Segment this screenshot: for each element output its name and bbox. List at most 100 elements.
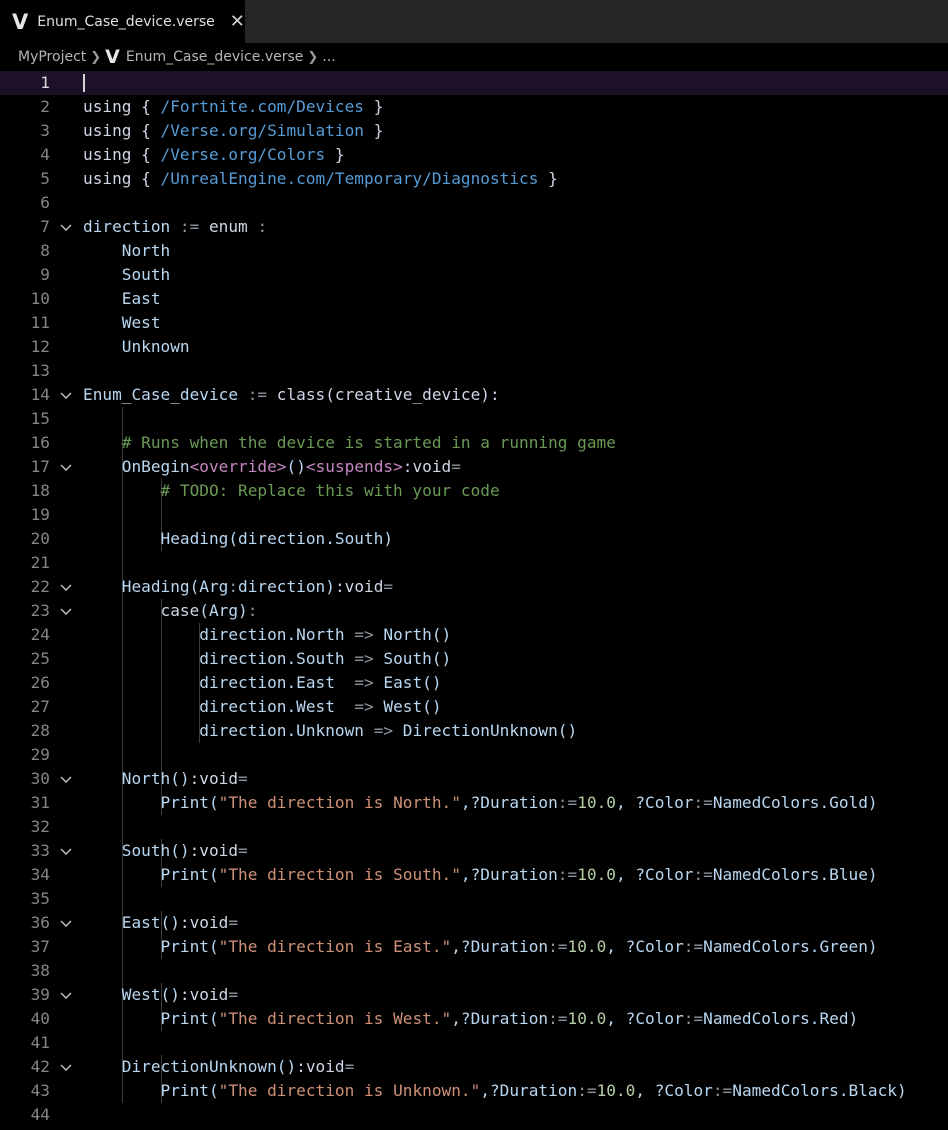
code-text: South():void= — [83, 839, 248, 863]
code-token: Print( — [83, 793, 219, 812]
code-line[interactable]: 30 North():void= — [0, 767, 948, 791]
line-number: 26 — [30, 673, 50, 692]
code-line[interactable]: 12 Unknown — [0, 335, 948, 359]
fold-chevron-icon[interactable] — [59, 215, 73, 239]
code-line[interactable]: 8 North — [0, 239, 948, 263]
line-number: 40 — [30, 1009, 50, 1028]
code-token: ,?Duration — [480, 1081, 578, 1100]
code-line[interactable]: 32 — [0, 815, 948, 839]
fold-chevron-icon[interactable] — [59, 983, 73, 1007]
code-line[interactable]: 3 using { /Verse.org/Simulation } — [0, 119, 948, 143]
line-number: 14 — [30, 385, 50, 404]
code-line[interactable]: 17 OnBegin<override>()<suspends>:void= — [0, 455, 948, 479]
fold-chevron-icon[interactable] — [59, 383, 73, 407]
code-line[interactable]: 15 — [0, 407, 948, 431]
code-token: = — [238, 841, 248, 860]
code-line[interactable]: 33 South():void= — [0, 839, 948, 863]
code-token: # Runs when the device is started in a r… — [83, 433, 616, 452]
breadcrumb-project[interactable]: MyProject — [18, 49, 86, 65]
code-text: Heading(Arg:direction):void= — [83, 575, 393, 599]
code-text: direction := enum : — [83, 215, 267, 239]
code-line[interactable]: 39 West():void= — [0, 983, 948, 1007]
code-line[interactable]: 4 using { /Verse.org/Colors } — [0, 143, 948, 167]
code-token: := — [693, 865, 713, 884]
code-line[interactable]: 18 # TODO: Replace this with your code — [0, 479, 948, 503]
line-number: 44 — [30, 1105, 50, 1124]
code-line[interactable]: 44 — [0, 1103, 948, 1127]
line-number: 25 — [30, 649, 50, 668]
fold-chevron-icon[interactable] — [59, 767, 73, 791]
code-line[interactable]: 23 case(Arg): — [0, 599, 948, 623]
code-line[interactable]: 40 Print("The direction is West.",?Durat… — [0, 1007, 948, 1031]
code-token: 10.0 — [577, 865, 616, 884]
code-line[interactable]: 13 — [0, 359, 948, 383]
code-line[interactable]: 5 using { /UnrealEngine.com/Temporary/Dia… — [0, 167, 948, 191]
code-line[interactable]: 22 Heading(Arg:direction):void= — [0, 575, 948, 599]
code-line[interactable]: 7 direction := enum : — [0, 215, 948, 239]
code-text: Heading(direction.South) — [83, 527, 394, 551]
code-line[interactable]: 34 Print("The direction is South.",?Dura… — [0, 863, 948, 887]
fold-chevron-icon[interactable] — [59, 1055, 73, 1079]
verse-file-icon: V — [105, 46, 120, 68]
code-text: direction.East => East() — [83, 671, 441, 695]
code-line[interactable]: 11 West — [0, 311, 948, 335]
code-line[interactable]: 37 Print("The direction is East.",?Durat… — [0, 935, 948, 959]
code-text: OnBegin<override>()<suspends>:void= — [83, 455, 461, 479]
line-number: 8 — [40, 241, 50, 260]
code-line[interactable]: 36 East():void= — [0, 911, 948, 935]
close-icon[interactable]: ✕ — [230, 12, 245, 31]
code-line[interactable]: 28 direction.Unknown => DirectionUnknown… — [0, 719, 948, 743]
editor-tab[interactable]: V Enum_Case_device.verse ✕ — [0, 0, 245, 43]
code-line[interactable]: 26 direction.East => East() — [0, 671, 948, 695]
fold-chevron-icon[interactable] — [59, 455, 73, 479]
code-line[interactable]: 38 — [0, 959, 948, 983]
code-line[interactable]: 41 — [0, 1031, 948, 1055]
code-line[interactable]: 24 direction.North => North() — [0, 623, 948, 647]
line-number: 31 — [30, 793, 50, 812]
code-token: direction — [83, 217, 171, 236]
line-number: 16 — [30, 433, 50, 452]
line-number: 38 — [30, 961, 50, 980]
code-line[interactable]: 14 Enum_Case_device := class(creative_dev… — [0, 383, 948, 407]
code-token: := — [548, 937, 568, 956]
code-line[interactable]: 21 — [0, 551, 948, 575]
code-line[interactable]: 35 — [0, 887, 948, 911]
breadcrumb-more[interactable]: ... — [322, 49, 335, 65]
code-text: direction.North => North() — [83, 623, 451, 647]
code-text: direction.Unknown => DirectionUnknown() — [83, 719, 577, 743]
code-token: /Verse.org/Colors — [160, 145, 326, 164]
code-text: using { /UnrealEngine.com/Temporary/Diag… — [83, 167, 558, 191]
code-token: := — [577, 1081, 597, 1100]
code-token: direction.East — [83, 673, 355, 692]
code-line[interactable]: 9 South — [0, 263, 948, 287]
code-token: "The direction is East." — [218, 937, 452, 956]
line-number: 11 — [30, 313, 50, 332]
code-line[interactable]: 27 direction.West => West() — [0, 695, 948, 719]
code-text: Unknown — [83, 335, 190, 359]
code-editor[interactable]: 1 2 using { /Fortnite.com/Devices } 3 using … — [0, 71, 948, 1130]
code-line[interactable]: 42 DirectionUnknown():void= — [0, 1055, 948, 1079]
code-line[interactable]: 1 — [0, 71, 948, 95]
line-number: 6 — [40, 193, 50, 212]
code-line[interactable]: 19 — [0, 503, 948, 527]
code-token: , ?Color — [635, 1081, 713, 1100]
code-text: Print("The direction is Unknown.",?Durat… — [83, 1079, 907, 1103]
code-line[interactable]: 43 Print("The direction is Unknown.",?Du… — [0, 1079, 948, 1103]
code-text: Print("The direction is South.",?Duratio… — [83, 863, 878, 887]
fold-chevron-icon[interactable] — [59, 575, 73, 599]
code-line[interactable]: 20 Heading(direction.South) — [0, 527, 948, 551]
fold-chevron-icon[interactable] — [59, 911, 73, 935]
code-line[interactable]: 25 direction.South => South() — [0, 647, 948, 671]
code-token: class(creative_device): — [276, 385, 500, 404]
code-line[interactable]: 6 — [0, 191, 948, 215]
fold-chevron-icon[interactable] — [59, 599, 73, 623]
code-token: 10.0 — [596, 1081, 636, 1100]
code-line[interactable]: 31 Print("The direction is North.",?Dura… — [0, 791, 948, 815]
code-line[interactable]: 10 East — [0, 287, 948, 311]
code-line[interactable]: 16 # Runs when the device is started in … — [0, 431, 948, 455]
breadcrumb-file[interactable]: Enum_Case_device.verse — [126, 49, 304, 65]
code-line[interactable]: 2 using { /Fortnite.com/Devices } — [0, 95, 948, 119]
code-token: DirectionUnknown() — [83, 1057, 297, 1076]
fold-chevron-icon[interactable] — [59, 839, 73, 863]
code-line[interactable]: 29 — [0, 743, 948, 767]
